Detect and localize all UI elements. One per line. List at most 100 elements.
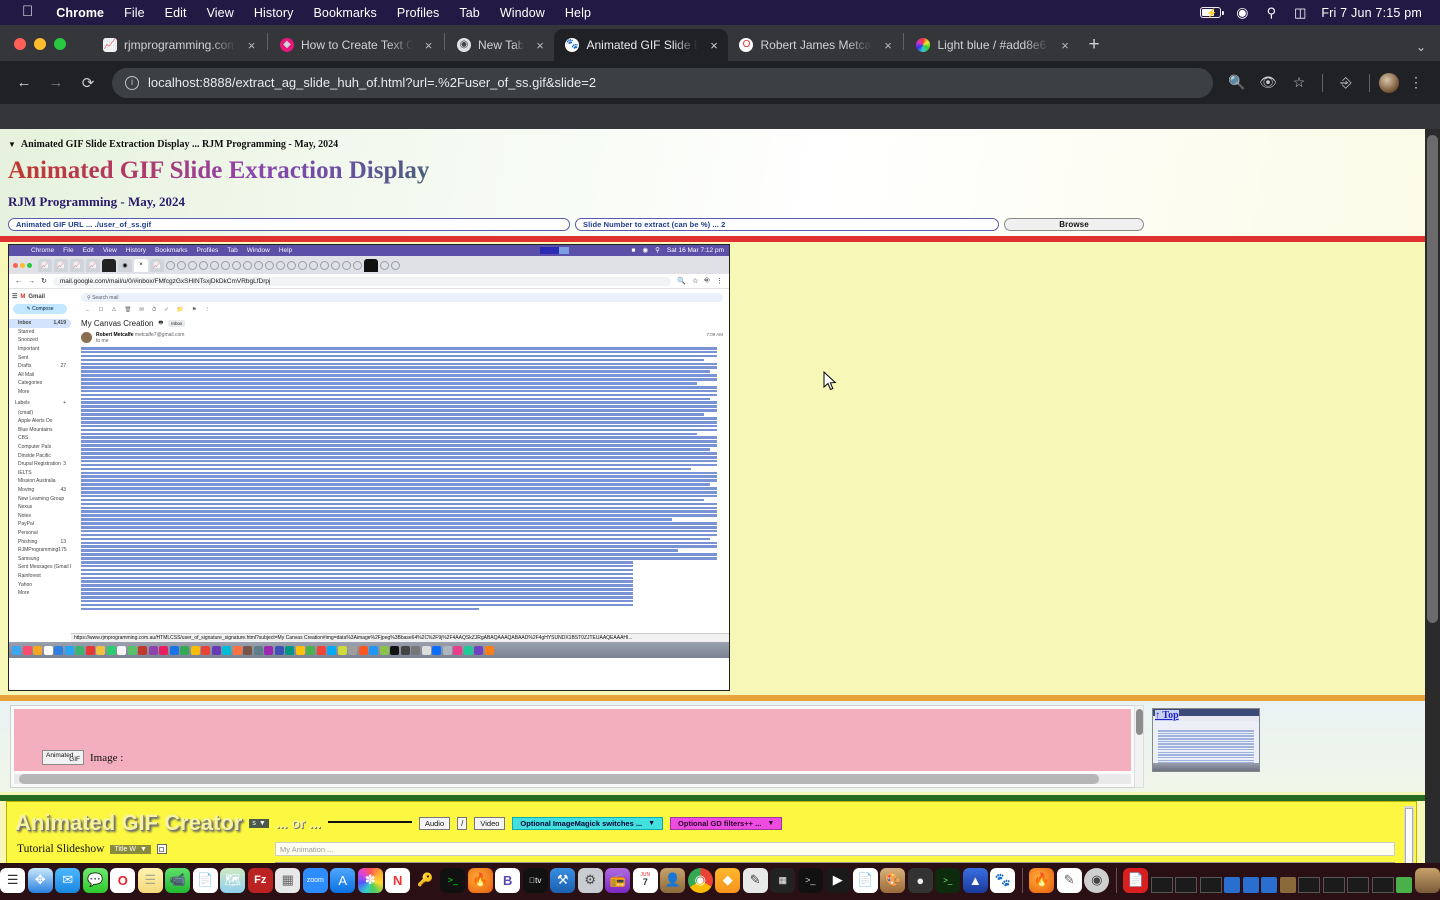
minimized-window[interactable] — [1347, 877, 1369, 893]
gmail-label-item[interactable]: New Learning Group — [9, 494, 71, 503]
gif-url-input[interactable]: Animated GIF URL ... ./user_of_ss.gif — [8, 218, 570, 231]
reminders-icon[interactable]: ☰ — [0, 868, 25, 893]
gmail-labels-more[interactable]: More — [9, 589, 71, 598]
menu-item-tab[interactable]: Tab — [449, 6, 489, 20]
menu-item-window[interactable]: Window — [490, 6, 555, 20]
size-select[interactable]: s ▼ — [249, 819, 268, 828]
firefox-icon[interactable]: 🔥 — [468, 868, 493, 893]
gmail-label-item[interactable]: Dinside Pacific — [9, 451, 71, 460]
appletv-icon[interactable]: tv — [523, 868, 548, 893]
tab-new-tab[interactable]: ◉ New Tab × — [446, 29, 554, 61]
messages-icon[interactable]: 💬 — [83, 868, 108, 893]
gmail-label-item[interactable]: Nexus — [9, 503, 71, 512]
gmail-label-item[interactable]: Computer Pals — [9, 443, 71, 452]
affinity-icon[interactable]: ▲ — [963, 868, 988, 893]
notes-icon[interactable]: ☰ — [138, 868, 163, 893]
zoom-out-icon[interactable]: 🔍 — [1223, 69, 1251, 97]
audio-button[interactable]: Audio — [419, 817, 450, 830]
minimized-doc[interactable] — [1396, 877, 1412, 893]
menu-item-file[interactable]: File — [114, 6, 155, 20]
menu-item-view[interactable]: View — [197, 6, 244, 20]
gmail-label-item[interactable]: Apple Alerts Do — [9, 417, 71, 426]
control-center-icon[interactable]: ◫ — [1292, 5, 1308, 21]
pages-icon[interactable]: 📄 — [853, 868, 878, 893]
gmail-label-item[interactable]: Blue Mountains — [9, 426, 71, 435]
bluetooth-icon[interactable]: ᚝ — [1171, 5, 1187, 20]
bookmark-star-icon[interactable]: ☆ — [1285, 69, 1313, 97]
row-checkbox[interactable] — [157, 844, 167, 854]
close-tab-button[interactable]: × — [533, 38, 546, 53]
back-button[interactable]: ← — [10, 69, 38, 97]
minimized-doc[interactable] — [1243, 877, 1259, 893]
tab-animated-gif-slide-extraction[interactable]: 🐾 Animated GIF Slide Extr × — [554, 29, 728, 61]
close-tab-button[interactable]: × — [881, 38, 894, 53]
reload-button[interactable]: ⟳ — [74, 69, 102, 97]
menu-item-history[interactable]: History — [244, 6, 304, 20]
report-spam-icon[interactable]: ⚠ — [111, 307, 116, 314]
profile-avatar[interactable] — [1379, 73, 1399, 93]
page-scroll-thumb[interactable] — [1427, 135, 1438, 623]
gmail-nav-all-mail[interactable]: All Mail — [9, 371, 71, 380]
add-label-button[interactable]: + — [63, 400, 66, 406]
firefox-dev-icon[interactable]: 🔥 — [1029, 868, 1054, 893]
xcode-icon[interactable]: ⚒ — [550, 868, 575, 893]
archive-icon[interactable]: ☐ — [99, 307, 104, 314]
tab-light-blue-hex[interactable]: Light blue / #add8e6 he × — [905, 29, 1079, 61]
spotlight-search-icon[interactable]: ⚲ — [1263, 5, 1279, 21]
wifi-icon[interactable]: ◉ — [1234, 4, 1250, 21]
gif-horizontal-scroll-thumb[interactable] — [19, 774, 1099, 784]
back-to-inbox-icon[interactable]: ← — [85, 307, 91, 314]
collapse-triangle-icon[interactable]: ▼ — [8, 140, 16, 149]
gmail-label-item[interactable]: Drupal Registration 3 — [9, 460, 71, 469]
gmail-label-item[interactable]: Phishing 13 — [9, 537, 71, 546]
blender-icon[interactable]: ● — [908, 868, 933, 893]
iterm-icon[interactable]: >_ — [798, 868, 823, 893]
gmail-compose-button[interactable]: ✎ Compose — [13, 304, 67, 314]
panda-icon[interactable]: 🐾 — [990, 868, 1015, 893]
incognito-eye-off-icon[interactable]: 👁 — [1254, 69, 1282, 97]
photos-icon[interactable]: ✽ — [358, 868, 383, 893]
news-icon[interactable]: N — [385, 868, 410, 893]
add-task-icon[interactable]: ✓ — [164, 307, 169, 314]
contacts-icon[interactable]: 👤 — [660, 868, 685, 893]
minimized-window[interactable] — [1372, 877, 1394, 893]
gmail-label-item[interactable]: PayPal — [9, 520, 71, 529]
minimized-window[interactable] — [1323, 877, 1345, 893]
close-tab-button[interactable]: × — [1058, 38, 1071, 53]
file-input-underline[interactable] — [328, 815, 412, 823]
opera-icon[interactable]: O — [110, 868, 135, 893]
close-tab-button[interactable]: × — [707, 38, 720, 53]
gmail-label-item[interactable]: Notes — [9, 511, 71, 520]
minimized-doc[interactable] — [1261, 877, 1277, 893]
menu-item-profiles[interactable]: Profiles — [387, 6, 449, 20]
site-info-icon[interactable]: i — [125, 76, 139, 90]
gmail-label-item[interactable]: Moving 43 — [9, 486, 71, 495]
maximize-window-button[interactable] — [54, 38, 66, 50]
tab-how-to-create-text-gradient[interactable]: ◆ How to Create Text Gra × — [269, 29, 443, 61]
minimized-window[interactable] — [1175, 877, 1197, 893]
imagemagick-switches-select[interactable]: Optional ImageMagick switches ... ▼ — [512, 817, 663, 830]
menu-item-chrome[interactable]: Chrome — [46, 6, 114, 20]
zoom-icon[interactable]: zoom — [303, 868, 328, 893]
minimize-window-button[interactable] — [34, 38, 46, 50]
gmail-label-item[interactable]: Yahoo — [9, 580, 71, 589]
facetime-icon[interactable]: 📹 — [165, 868, 190, 893]
keychain-icon[interactable]: 🔑 — [413, 868, 438, 893]
bbedit-icon[interactable]: B — [495, 868, 520, 893]
filezilla-icon[interactable]: Fz — [248, 868, 273, 893]
close-tab-button[interactable]: × — [245, 38, 258, 53]
gimp-icon[interactable]: 🎨 — [880, 868, 905, 893]
close-tab-button[interactable]: × — [422, 38, 435, 53]
maps-icon[interactable]: 🗺 — [220, 868, 245, 893]
slide-thumbnail-panel[interactable]: ↑ Top — [1152, 708, 1260, 772]
snooze-icon[interactable]: ⏱ — [152, 307, 156, 314]
gmail-label-item[interactable]: Samsung — [9, 554, 71, 563]
close-window-button[interactable] — [14, 38, 26, 50]
gd-filters-select[interactable]: Optional GD filters++ ... ▼ — [670, 817, 782, 830]
alacritty-icon[interactable]: >_ — [935, 868, 960, 893]
gmail-nav-drafts[interactable]: Drafts 27 — [9, 362, 71, 371]
gmail-label-item[interactable]: CBS — [9, 434, 71, 443]
downloads-stack-icon[interactable]: 📄 — [1123, 868, 1148, 893]
appstore-icon[interactable]: A — [330, 868, 355, 893]
chrome-icon[interactable]: ◉ — [688, 868, 713, 893]
